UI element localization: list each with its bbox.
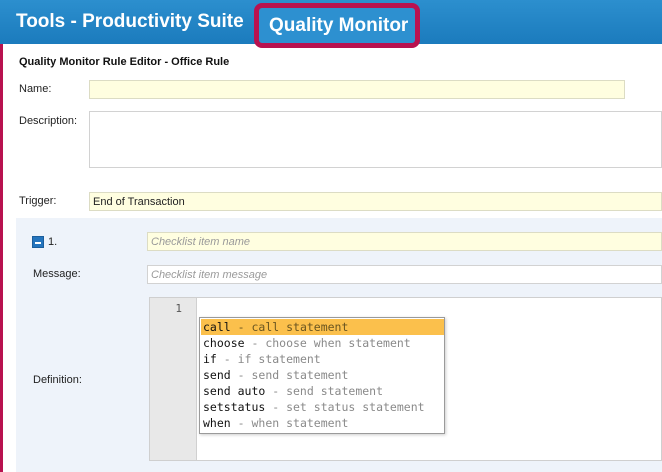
- autocomplete-keyword: send: [203, 368, 231, 382]
- checklist-message-placeholder: Checklist item message: [151, 269, 268, 281]
- line-number: 1: [175, 302, 182, 315]
- autocomplete-description: - if statement: [216, 352, 321, 366]
- autocomplete-description: - choose when statement: [244, 336, 411, 350]
- trigger-label: Trigger:: [19, 195, 57, 207]
- autocomplete-keyword: setstatus: [203, 400, 266, 414]
- autocomplete-keyword: when: [203, 416, 231, 430]
- autocomplete-description: - when statement: [230, 416, 349, 430]
- autocomplete-keyword: call: [203, 320, 231, 334]
- autocomplete-description: - call statement: [230, 320, 349, 334]
- app-title: Tools - Productivity Suite: [16, 11, 244, 32]
- autocomplete-description: - send statement: [230, 368, 349, 382]
- autocomplete-item-call[interactable]: call - call statement: [201, 319, 444, 335]
- autocomplete-item-setstatus[interactable]: setstatus - set status statement: [201, 399, 444, 415]
- name-label: Name:: [19, 83, 52, 95]
- message-label: Message:: [33, 268, 81, 280]
- header-bar: Tools - Productivity Suite Quality Monit…: [0, 0, 662, 48]
- autocomplete-description: - set status statement: [265, 400, 425, 414]
- checklist-message-field[interactable]: Checklist item message: [147, 265, 662, 284]
- autocomplete-item-choose[interactable]: choose - choose when statement: [201, 335, 444, 351]
- definition-label: Definition:: [33, 374, 82, 386]
- description-label: Description:: [19, 115, 78, 127]
- autocomplete-item-if[interactable]: if - if statement: [201, 351, 444, 367]
- autocomplete-dropdown: call - call statement choose - choose wh…: [199, 317, 445, 434]
- autocomplete-keyword: if: [203, 352, 217, 366]
- checklist-item-name-field[interactable]: Checklist item name: [147, 232, 662, 251]
- name-field[interactable]: [89, 80, 625, 99]
- collapse-icon[interactable]: [32, 236, 44, 248]
- line-number-gutter: 1: [150, 298, 197, 460]
- checklist-item-name-placeholder: Checklist item name: [151, 236, 251, 248]
- trigger-field[interactable]: End of Transaction: [89, 192, 662, 211]
- autocomplete-keyword: choose: [203, 336, 245, 350]
- autocomplete-keyword: send auto: [203, 384, 266, 398]
- description-field[interactable]: [89, 111, 662, 168]
- autocomplete-item-when[interactable]: when - when statement: [201, 415, 444, 431]
- autocomplete-item-send[interactable]: send - send statement: [201, 367, 444, 383]
- module-highlight[interactable]: Quality Monitor: [254, 3, 420, 48]
- autocomplete-item-send-auto[interactable]: send auto - send statement: [201, 383, 444, 399]
- module-title[interactable]: Quality Monitor: [269, 15, 408, 37]
- autocomplete-description: - send statement: [265, 384, 384, 398]
- page-title: Quality Monitor Rule Editor - Office Rul…: [19, 56, 230, 68]
- checklist-item-number: 1.: [48, 236, 58, 248]
